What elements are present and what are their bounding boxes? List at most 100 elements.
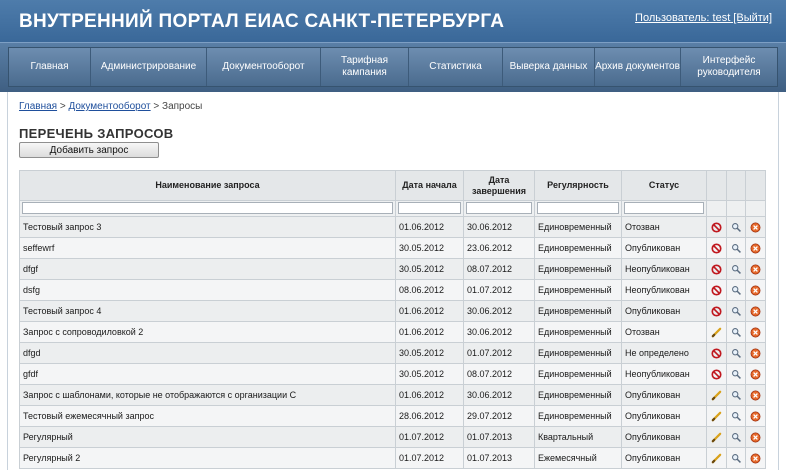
table-row[interactable]: seffewrf 30.05.2012 23.06.2012 Единовременн… <box>19 237 766 259</box>
column-header-end[interactable]: Дата завершения <box>463 170 535 201</box>
cell-regularity: Единовременный <box>534 216 622 238</box>
table-row[interactable]: dfgd 30.05.2012 01.07.2012 Единовременный Не… <box>19 342 766 364</box>
table-body: Тестовый запрос 3 01.06.2012 30.06.2012 Еди… <box>19 216 766 469</box>
magnifier-icon[interactable] <box>731 431 742 442</box>
ban-icon[interactable] <box>711 221 722 233</box>
ban-icon[interactable] <box>711 284 722 296</box>
nav-item-archive[interactable]: Архив документов <box>595 48 681 86</box>
action-cell <box>745 258 766 280</box>
table-row[interactable]: dsfg 08.06.2012 01.07.2012 Единовременный Не… <box>19 279 766 301</box>
requests-table: Наименование запроса Дата начала Дата за… <box>19 170 766 469</box>
action-cell <box>745 405 766 427</box>
magnifier-icon[interactable] <box>731 368 742 379</box>
cell-end-date: 30.06.2012 <box>463 384 535 406</box>
delete-icon[interactable] <box>750 305 761 317</box>
add-request-button[interactable]: Добавить запрос <box>19 142 159 158</box>
filter-end-input[interactable] <box>466 202 532 215</box>
nav-item-home[interactable]: Главная <box>9 48 91 86</box>
nav-item-documents[interactable]: Документооборот <box>207 48 321 86</box>
column-header-action-3 <box>745 170 766 201</box>
cell-regularity: Единовременный <box>534 300 622 322</box>
cell-name: Запрос с шаблонами, которые не отображаю… <box>19 384 396 406</box>
cell-start-date: 30.05.2012 <box>395 342 464 364</box>
user-label[interactable]: Пользователь: test [Выйти] <box>635 12 772 24</box>
cell-status: Опубликован <box>621 447 707 469</box>
filter-name-input[interactable] <box>22 202 393 215</box>
cell-start-date: 30.05.2012 <box>395 237 464 259</box>
magnifier-icon[interactable] <box>731 389 742 400</box>
column-header-status[interactable]: Статус <box>621 170 707 201</box>
delete-icon[interactable] <box>750 452 761 464</box>
delete-icon[interactable] <box>750 347 761 359</box>
pencil-icon[interactable] <box>711 389 722 400</box>
table-row[interactable]: Запрос с сопроводиловкой 2 01.06.2012 30.0… <box>19 321 766 343</box>
cell-start-date: 01.06.2012 <box>395 216 464 238</box>
delete-icon[interactable] <box>750 389 761 401</box>
delete-icon[interactable] <box>750 221 761 233</box>
column-header-name[interactable]: Наименование запроса <box>19 170 396 201</box>
nav-item-admin[interactable]: Администрирование <box>91 48 207 86</box>
breadcrumb-separator: > <box>59 101 66 112</box>
nav-item-manager[interactable]: Интерфейс руководителя <box>681 48 777 86</box>
filter-start-input[interactable] <box>398 202 461 215</box>
table-row[interactable]: gfdf 30.05.2012 08.07.2012 Единовременный Не… <box>19 363 766 385</box>
magnifier-icon[interactable] <box>731 326 742 337</box>
filter-status-input[interactable] <box>624 202 704 215</box>
ban-icon[interactable] <box>711 305 722 317</box>
magnifier-icon[interactable] <box>731 410 742 421</box>
pencil-icon[interactable] <box>711 410 722 421</box>
delete-icon[interactable] <box>750 263 761 275</box>
delete-icon[interactable] <box>750 242 761 254</box>
action-cell <box>745 321 766 343</box>
breadcrumb-home[interactable]: Главная <box>19 101 57 112</box>
cell-name: seffewrf <box>19 237 396 259</box>
cell-name: Регулярный 2 <box>19 447 396 469</box>
pencil-icon[interactable] <box>711 452 722 463</box>
ban-icon[interactable] <box>711 263 722 275</box>
breadcrumb-separator: > <box>153 101 160 112</box>
delete-icon[interactable] <box>750 284 761 296</box>
pencil-icon[interactable] <box>711 431 722 442</box>
table-row[interactable]: dfgf 30.05.2012 08.07.2012 Единовременный Не… <box>19 258 766 280</box>
cell-name: gfdf <box>19 363 396 385</box>
magnifier-icon[interactable] <box>731 242 742 253</box>
cell-status: Опубликован <box>621 300 707 322</box>
action-cell <box>745 342 766 364</box>
nav-item-statistics[interactable]: Статистика <box>409 48 503 86</box>
ban-icon[interactable] <box>711 368 722 380</box>
column-header-regularity[interactable]: Регулярность <box>534 170 622 201</box>
table-row[interactable]: Тестовый ежемесячный запрос 28.06.2012 29.… <box>19 405 766 427</box>
action-cell <box>726 342 746 364</box>
table-row[interactable]: Запрос с шаблонами, которые не отображаю… <box>19 384 766 406</box>
table-row[interactable]: Тестовый запрос 4 01.06.2012 30.06.2012 Еди… <box>19 300 766 322</box>
ban-icon[interactable] <box>711 347 722 359</box>
ban-icon[interactable] <box>711 242 722 254</box>
magnifier-icon[interactable] <box>731 305 742 316</box>
cell-start-date: 30.05.2012 <box>395 363 464 385</box>
table-row[interactable]: Регулярный 2 01.07.2012 01.07.2013 Ежемесяч… <box>19 447 766 469</box>
cell-start-date: 01.06.2012 <box>395 300 464 322</box>
delete-icon[interactable] <box>750 431 761 443</box>
user-logout-link[interactable]: Пользователь: test [Выйти] <box>635 12 772 24</box>
magnifier-icon[interactable] <box>731 221 742 232</box>
delete-icon[interactable] <box>750 326 761 338</box>
magnifier-icon[interactable] <box>731 452 742 463</box>
pencil-icon[interactable] <box>711 326 722 337</box>
nav-item-tariff[interactable]: Тарифная кампания <box>321 48 409 86</box>
breadcrumb-documents[interactable]: Документооборот <box>68 101 150 112</box>
nav-item-reconciliation[interactable]: Выверка данных <box>503 48 595 86</box>
cell-name: Запрос с сопроводиловкой 2 <box>19 321 396 343</box>
cell-name: Тестовый ежемесячный запрос <box>19 405 396 427</box>
delete-icon[interactable] <box>750 410 761 422</box>
table-row[interactable]: Регулярный 01.07.2012 01.07.2013 Квартальны… <box>19 426 766 448</box>
action-cell <box>726 258 746 280</box>
filter-regularity-input[interactable] <box>537 202 619 215</box>
magnifier-icon[interactable] <box>731 347 742 358</box>
delete-icon[interactable] <box>750 368 761 380</box>
column-header-start[interactable]: Дата начала <box>395 170 464 201</box>
action-cell <box>745 447 766 469</box>
table-row[interactable]: Тестовый запрос 3 01.06.2012 30.06.2012 Еди… <box>19 216 766 238</box>
magnifier-icon[interactable] <box>731 263 742 274</box>
action-cell <box>706 447 727 469</box>
magnifier-icon[interactable] <box>731 284 742 295</box>
